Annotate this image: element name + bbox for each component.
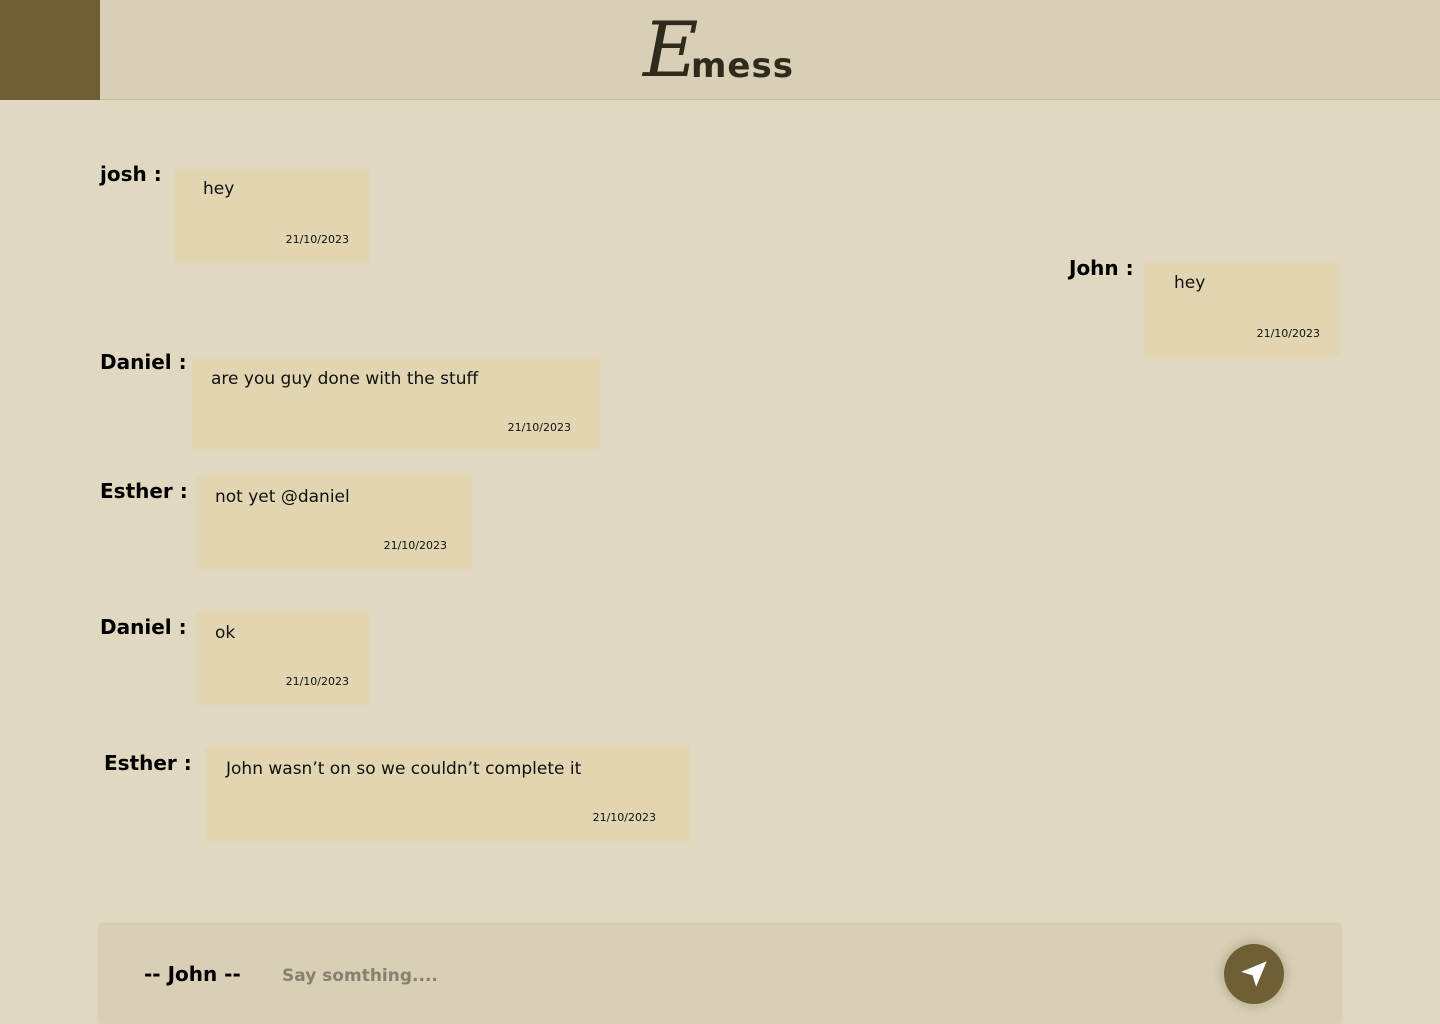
message-text: not yet @daniel	[215, 487, 350, 507]
message-bubble: not yet @daniel 21/10/2023	[196, 475, 472, 569]
message-sender: Daniel :	[100, 350, 187, 374]
app-header: E mess	[0, 0, 1440, 100]
message-date: 21/10/2023	[383, 539, 447, 552]
message-date: 21/10/2023	[592, 811, 656, 824]
message-sender: Esther :	[104, 751, 192, 775]
message-composer: -- John --	[100, 925, 1340, 1024]
message-text: are you guy done with the stuff	[211, 369, 479, 389]
message-date: 21/10/2023	[507, 421, 571, 434]
message-text: John wasn’t on so we couldn’t complete i…	[226, 759, 582, 779]
message-text: hey	[1174, 273, 1206, 293]
send-button[interactable]	[1224, 944, 1284, 1004]
message-bubble: hey 21/10/2023	[174, 169, 369, 263]
message-text: ok	[215, 623, 236, 643]
message-bubble: are you guy done with the stuff 21/10/20…	[192, 357, 600, 451]
app-logo: E mess	[643, 8, 803, 92]
message-date: 21/10/2023	[1256, 327, 1320, 340]
message-text: hey	[203, 179, 235, 199]
message-input[interactable]	[282, 959, 1182, 993]
message-sender: josh :	[100, 162, 162, 186]
message-bubble: John wasn’t on so we couldn’t complete i…	[205, 747, 690, 841]
current-user-label: -- John --	[144, 962, 241, 986]
message-sender: Esther :	[100, 479, 188, 503]
send-arrow-icon	[1241, 961, 1267, 987]
message-date: 21/10/2023	[285, 233, 349, 246]
message-sender: Daniel :	[100, 615, 187, 639]
menu-block[interactable]	[0, 0, 100, 100]
logo-text: mess	[691, 46, 794, 86]
message-sender: John :	[1069, 256, 1134, 280]
message-bubble: hey 21/10/2023	[1144, 263, 1340, 357]
message-date: 21/10/2023	[285, 675, 349, 688]
message-bubble: ok 21/10/2023	[196, 611, 369, 705]
